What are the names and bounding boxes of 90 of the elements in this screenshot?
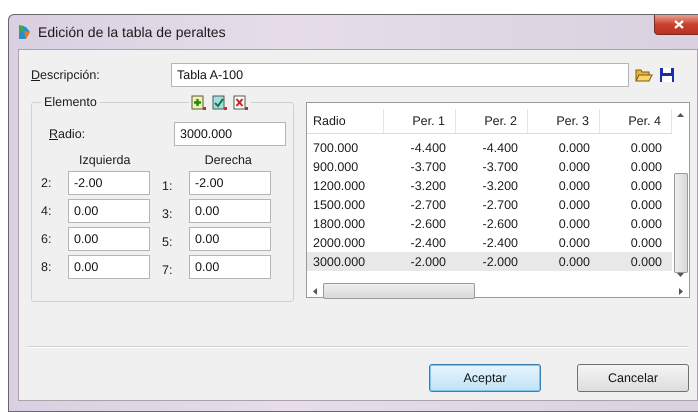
field-label: 4:	[40, 204, 52, 218]
folder-icon	[635, 67, 653, 83]
right-arrow-icon	[679, 288, 683, 294]
table-cell-text: 1500.000	[312, 198, 366, 212]
field-label: 2:	[40, 176, 52, 190]
table-cell-text: 3000.000	[312, 254, 366, 268]
left-value-field[interactable]: -2.00	[68, 171, 150, 195]
left-value-field[interactable]: 0.00	[68, 227, 150, 251]
table-row[interactable]: 900.000 -3.700 -3.700 0.000 0.000	[307, 157, 672, 176]
table-cell-text: 0.000	[558, 254, 591, 268]
right-heading: Derecha	[204, 153, 253, 167]
table-cell-text: 0.000	[558, 236, 591, 250]
scroll-thumb[interactable]	[323, 283, 475, 299]
radius-label: Radio:	[48, 127, 86, 141]
close-button[interactable]	[654, 15, 698, 35]
right-value-field[interactable]: 0.00	[189, 199, 271, 223]
left-heading: Izquierda	[78, 153, 132, 167]
table-cell-text: -3.200	[482, 178, 519, 192]
table-cell-text: 0.000	[630, 254, 663, 268]
table-cell-text: -3.700	[482, 160, 519, 174]
check-page-icon	[212, 95, 228, 111]
table-cell-text: 0.000	[630, 216, 663, 230]
window-title: Edición de la tabla de peraltes	[38, 24, 226, 40]
table-cell-text: 900.000	[312, 160, 360, 174]
table-cell-text: 2000.000	[312, 236, 366, 250]
column-header[interactable]: Per. 4	[600, 109, 672, 133]
table-cell-text: -2.600	[410, 216, 447, 230]
field-label: 3:	[161, 206, 174, 221]
table-cell-text: 700.000	[312, 140, 360, 154]
left-arrow-icon	[313, 288, 317, 294]
table-cell-text: 0.000	[630, 160, 663, 174]
description-label: Descripción:	[31, 68, 101, 82]
table-row[interactable]: 3000.000 -2.000 -2.000 0.000 0.000	[307, 252, 672, 271]
close-icon	[674, 20, 684, 29]
delete-page-icon	[233, 95, 249, 111]
right-value-field[interactable]: 0.00	[189, 255, 271, 279]
field-label: 6:	[40, 232, 52, 246]
left-value-field[interactable]: 0.00	[68, 199, 150, 223]
table-cell-text: -3.200	[410, 178, 447, 192]
table-cell-text: 0.000	[630, 198, 663, 212]
table-cell-text: 0.000	[630, 236, 663, 250]
table-cell-text: 0.000	[630, 178, 663, 192]
radius-field[interactable]: 3000.000	[174, 122, 286, 146]
scroll-thumb[interactable]	[674, 173, 688, 273]
column-header[interactable]: Per. 2	[456, 109, 528, 133]
table-row[interactable]: 1500.000 -2.700 -2.700 0.000 0.000	[307, 195, 672, 214]
app-icon	[16, 23, 32, 41]
up-arrow-icon	[677, 113, 684, 117]
right-value-field[interactable]: -2.00	[189, 171, 271, 195]
table-row[interactable]: 2000.000 -2.400 -2.400 0.000 0.000	[307, 233, 672, 252]
table-cell-text: -2.400	[482, 236, 519, 250]
table-cell-text: 1200.000	[312, 178, 366, 192]
column-header[interactable]: Per. 1	[384, 109, 456, 133]
table-cell-text: -2.000	[482, 254, 519, 268]
table-cell-text: -2.400	[410, 236, 447, 250]
table-cell-text: 0.000	[558, 216, 591, 230]
table-cell-text: 0.000	[558, 140, 591, 154]
delete-button[interactable]	[233, 95, 249, 111]
add-page-icon	[191, 95, 207, 111]
dialog-button[interactable]: Aceptar	[429, 364, 541, 392]
edit-button[interactable]	[212, 95, 228, 111]
column-header[interactable]: Per. 3	[528, 109, 600, 133]
field-label: 1:	[161, 178, 174, 193]
table-cell-text: -2.700	[410, 198, 447, 212]
right-value-field[interactable]: 0.00	[189, 227, 271, 251]
field-label: 7:	[161, 262, 174, 277]
field-label: 8:	[40, 260, 52, 274]
table-cell-text: -2.600	[482, 216, 519, 230]
open-button[interactable]	[635, 67, 653, 83]
table-cell-text: 0.000	[558, 178, 591, 192]
table-cell-text: 0.000	[630, 140, 663, 154]
table-cell-text: 0.000	[558, 198, 591, 212]
dialog-button[interactable]: Cancelar	[577, 364, 689, 392]
table-row[interactable]: 1200.000 -3.200 -3.200 0.000 0.000	[307, 176, 672, 195]
left-value-field[interactable]: 0.00	[68, 255, 150, 279]
column-header[interactable]: Radio	[307, 109, 384, 133]
field-label: 5:	[161, 234, 174, 249]
table-cell-text: -2.000	[410, 254, 447, 268]
table-row[interactable]: 1800.000 -2.600 -2.600 0.000 0.000	[307, 214, 672, 233]
table-cell-text: -4.400	[482, 140, 519, 154]
table-row[interactable]: 700.000 -4.400 -4.400 0.000 0.000	[307, 138, 672, 157]
down-arrow-icon	[677, 273, 684, 277]
add-button[interactable]	[191, 95, 207, 111]
table-cell-text: 1800.000	[312, 216, 366, 230]
table-cell-text: 0.000	[558, 160, 591, 174]
table-cell-text: -4.400	[410, 140, 447, 154]
table-cell-text: -3.700	[410, 160, 447, 174]
group-title: Elemento	[41, 95, 100, 109]
description-field[interactable]: Tabla A-100	[171, 63, 629, 87]
table-cell-text: -2.700	[482, 198, 519, 212]
